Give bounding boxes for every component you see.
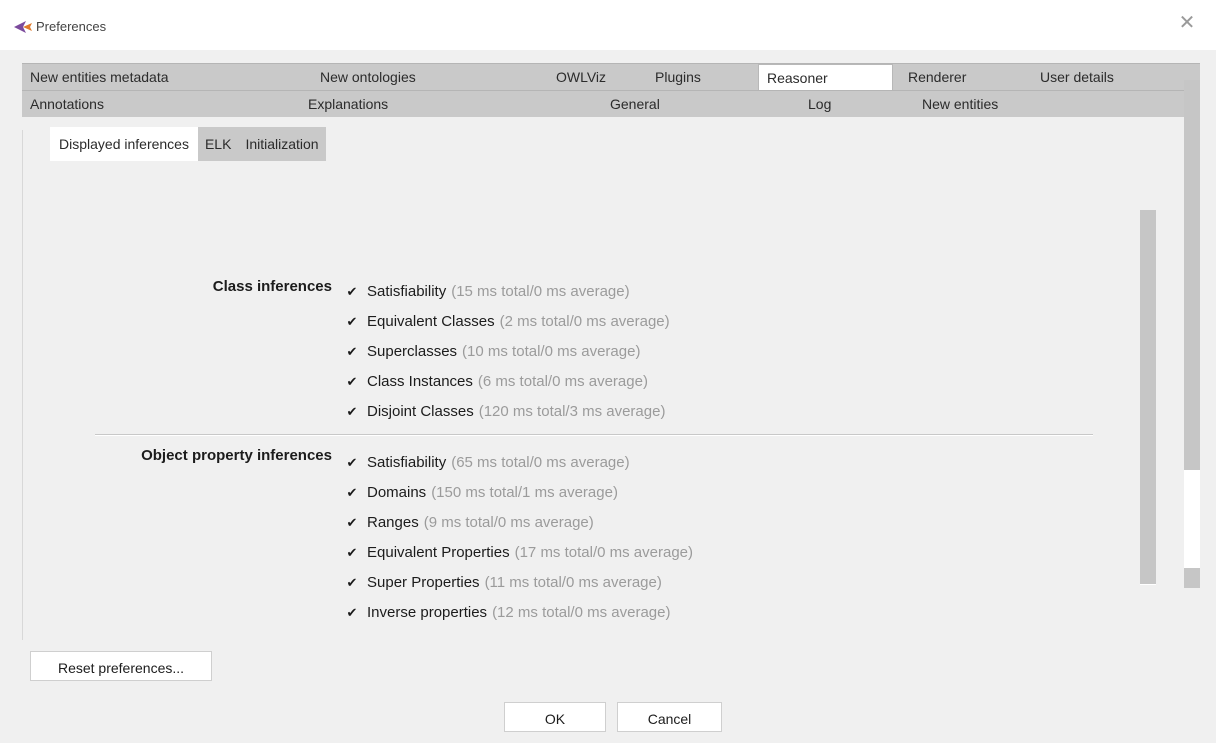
reasoner-subtabs: Displayed inferences ELK Initialization bbox=[50, 127, 326, 161]
reset-preferences-button[interactable]: Reset preferences... bbox=[30, 651, 212, 681]
subtab-initialization[interactable]: Initialization bbox=[238, 127, 325, 161]
tab-new-entities-metadata[interactable]: New entities metadata bbox=[22, 64, 177, 90]
checkbox-label: Class Instances bbox=[367, 373, 473, 390]
class-inferences-label: Class inferences bbox=[212, 278, 332, 295]
tab-general[interactable]: General bbox=[602, 91, 668, 117]
checkbox-label: Equivalent Classes bbox=[367, 313, 495, 330]
subtab-displayed-inferences[interactable]: Displayed inferences bbox=[50, 127, 198, 161]
ranges-checkbox[interactable]: ✔ Ranges (9 ms total/0 ms average) bbox=[345, 513, 594, 533]
window-title: Preferences bbox=[36, 19, 107, 34]
equivalent-properties-checkbox[interactable]: ✔ Equivalent Properties (17 ms total/0 m… bbox=[345, 543, 693, 563]
checkbox-stat: (150 ms total/1 ms average) bbox=[431, 484, 618, 501]
outer-scrollbar-thumb[interactable] bbox=[1184, 80, 1200, 470]
check-icon[interactable]: ✔ bbox=[345, 576, 359, 590]
superclasses-checkbox[interactable]: ✔ Superclasses (10 ms total/0 ms average… bbox=[345, 342, 641, 362]
inverse-properties-checkbox[interactable]: ✔ Inverse properties (12 ms total/0 ms a… bbox=[345, 603, 671, 623]
checkbox-stat: (120 ms total/3 ms average) bbox=[478, 403, 666, 420]
checkbox-stat: (15 ms total/0 ms average) bbox=[451, 283, 630, 300]
preferences-window: Preferences ✕ New entities metadata New … bbox=[0, 0, 1216, 743]
disjoint-classes-checkbox[interactable]: ✔ Disjoint Classes (120 ms total/3 ms av… bbox=[345, 402, 666, 422]
check-icon[interactable]: ✔ bbox=[345, 315, 359, 329]
property-satisfiability-checkbox[interactable]: ✔ Satisfiability (65 ms total/0 ms avera… bbox=[345, 453, 630, 473]
tab-explanations[interactable]: Explanations bbox=[300, 91, 396, 117]
checkbox-stat: (6 ms total/0 ms average) bbox=[477, 373, 648, 390]
subtab-elk[interactable]: ELK bbox=[198, 127, 238, 161]
checkbox-stat: (9 ms total/0 ms average) bbox=[423, 514, 594, 531]
check-icon[interactable]: ✔ bbox=[345, 456, 359, 470]
cancel-button[interactable]: Cancel bbox=[617, 702, 722, 732]
checkbox-label: Ranges bbox=[367, 514, 419, 531]
checkbox-stat: (12 ms total/0 ms average) bbox=[492, 604, 671, 621]
check-icon[interactable]: ✔ bbox=[345, 606, 359, 620]
check-icon[interactable]: ✔ bbox=[345, 375, 359, 389]
checkbox-label: Superclasses bbox=[367, 343, 458, 360]
tab-renderer[interactable]: Renderer bbox=[900, 64, 974, 90]
tab-user-details[interactable]: User details bbox=[1032, 64, 1122, 90]
outer-scrollbar[interactable] bbox=[1184, 80, 1200, 588]
checkbox-label: Satisfiability bbox=[367, 283, 447, 300]
checkbox-stat: (2 ms total/0 ms average) bbox=[499, 313, 670, 330]
tab-new-ontologies[interactable]: New ontologies bbox=[312, 64, 424, 90]
checkbox-label: Equivalent Properties bbox=[367, 544, 510, 561]
checkbox-stat: (17 ms total/0 ms average) bbox=[514, 544, 693, 561]
check-icon[interactable]: ✔ bbox=[345, 345, 359, 359]
check-icon[interactable]: ✔ bbox=[345, 486, 359, 500]
check-icon[interactable]: ✔ bbox=[345, 546, 359, 560]
section-separator bbox=[95, 434, 1093, 436]
inner-scrollbar-thumb[interactable] bbox=[1140, 210, 1156, 584]
tab-plugins[interactable]: Plugins bbox=[647, 64, 709, 90]
outer-scrollbar-arrow[interactable] bbox=[1184, 568, 1200, 588]
tab-row-2: Annotations Explanations General Log New… bbox=[22, 90, 1200, 117]
checkbox-stat: (11 ms total/0 ms average) bbox=[484, 574, 662, 591]
class-instances-checkbox[interactable]: ✔ Class Instances (6 ms total/0 ms avera… bbox=[345, 372, 648, 392]
check-icon[interactable]: ✔ bbox=[345, 516, 359, 530]
protege-app-icon bbox=[14, 21, 32, 33]
checkbox-label: Domains bbox=[367, 484, 427, 501]
tab-new-entities[interactable]: New entities bbox=[914, 91, 1006, 117]
check-icon[interactable]: ✔ bbox=[345, 285, 359, 299]
ok-button[interactable]: OK bbox=[504, 702, 606, 732]
tab-reasoner[interactable]: Reasoner bbox=[758, 64, 893, 90]
equivalent-classes-checkbox[interactable]: ✔ Equivalent Classes (2 ms total/0 ms av… bbox=[345, 312, 670, 332]
checkbox-label: Satisfiability bbox=[367, 454, 447, 471]
close-icon[interactable]: ✕ bbox=[1176, 12, 1198, 34]
checkbox-stat: (10 ms total/0 ms average) bbox=[462, 343, 641, 360]
checkbox-label: Super Properties bbox=[367, 574, 480, 591]
inner-scrollbar[interactable] bbox=[1140, 210, 1156, 585]
object-property-inferences-label: Object property inferences bbox=[141, 447, 332, 464]
class-satisfiability-checkbox[interactable]: ✔ Satisfiability (15 ms total/0 ms avera… bbox=[345, 282, 630, 302]
checkbox-stat: (65 ms total/0 ms average) bbox=[451, 454, 630, 471]
title-bar: Preferences ✕ bbox=[0, 0, 1216, 50]
domains-checkbox[interactable]: ✔ Domains (150 ms total/1 ms average) bbox=[345, 483, 618, 503]
super-properties-checkbox[interactable]: ✔ Super Properties (11 ms total/0 ms ave… bbox=[345, 573, 662, 593]
check-icon[interactable]: ✔ bbox=[345, 405, 359, 419]
tab-owlviz[interactable]: OWLViz bbox=[548, 64, 614, 90]
checkbox-label: Inverse properties bbox=[367, 604, 488, 621]
tab-log[interactable]: Log bbox=[800, 91, 839, 117]
tab-row-1: New entities metadata New ontologies OWL… bbox=[22, 63, 1200, 90]
tab-annotations[interactable]: Annotations bbox=[22, 91, 112, 117]
checkbox-label: Disjoint Classes bbox=[367, 403, 474, 420]
